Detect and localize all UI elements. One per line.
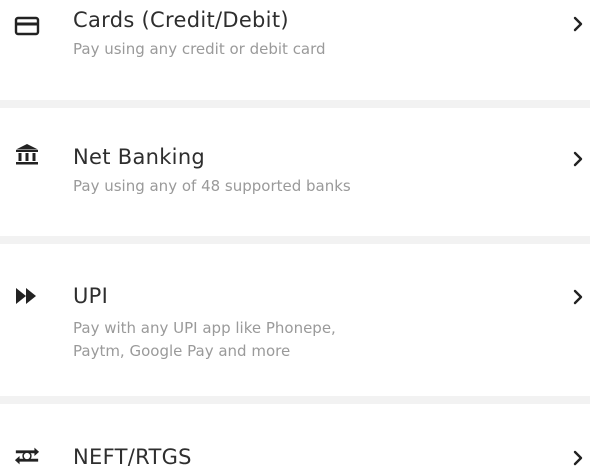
payment-option-title: UPI: [73, 284, 109, 308]
description-line: Paytm, Google Pay and more: [73, 342, 291, 360]
payment-options-list: Cards (Credit/Debit) Pay using any credi…: [0, 0, 590, 473]
payment-option-cards[interactable]: Cards (Credit/Debit) Pay using any credi…: [0, 0, 590, 100]
description-line: Pay with any UPI app like Phonepe,: [73, 319, 336, 337]
chevron-right-icon: [571, 450, 585, 466]
payment-option-title: Net Banking: [73, 145, 206, 169]
payment-option-net-banking[interactable]: Net Banking Pay using any of 48 supporte…: [0, 108, 590, 236]
payment-option-title: NEFT/RTGS: [73, 445, 192, 469]
transfer-icon: [14, 444, 40, 468]
payment-option-neft-rtgs[interactable]: NEFT/RTGS: [0, 404, 590, 473]
chevron-right-icon: [571, 289, 585, 305]
payment-option-description: Pay using any credit or debit card: [73, 40, 326, 58]
chevron-right-icon: [571, 151, 585, 167]
chevron-right-icon: [571, 16, 585, 32]
payment-option-upi[interactable]: UPI Pay with any UPI app like Phonepe, P…: [0, 244, 590, 396]
card-icon: [14, 14, 40, 38]
bank-icon: [14, 143, 40, 167]
payment-option-description: Pay using any of 48 supported banks: [73, 177, 351, 195]
double-chevron-right-icon: [14, 284, 40, 308]
payment-option-title: Cards (Credit/Debit): [73, 8, 289, 32]
payment-option-description: Pay with any UPI app like Phonepe, Paytm…: [73, 317, 336, 363]
